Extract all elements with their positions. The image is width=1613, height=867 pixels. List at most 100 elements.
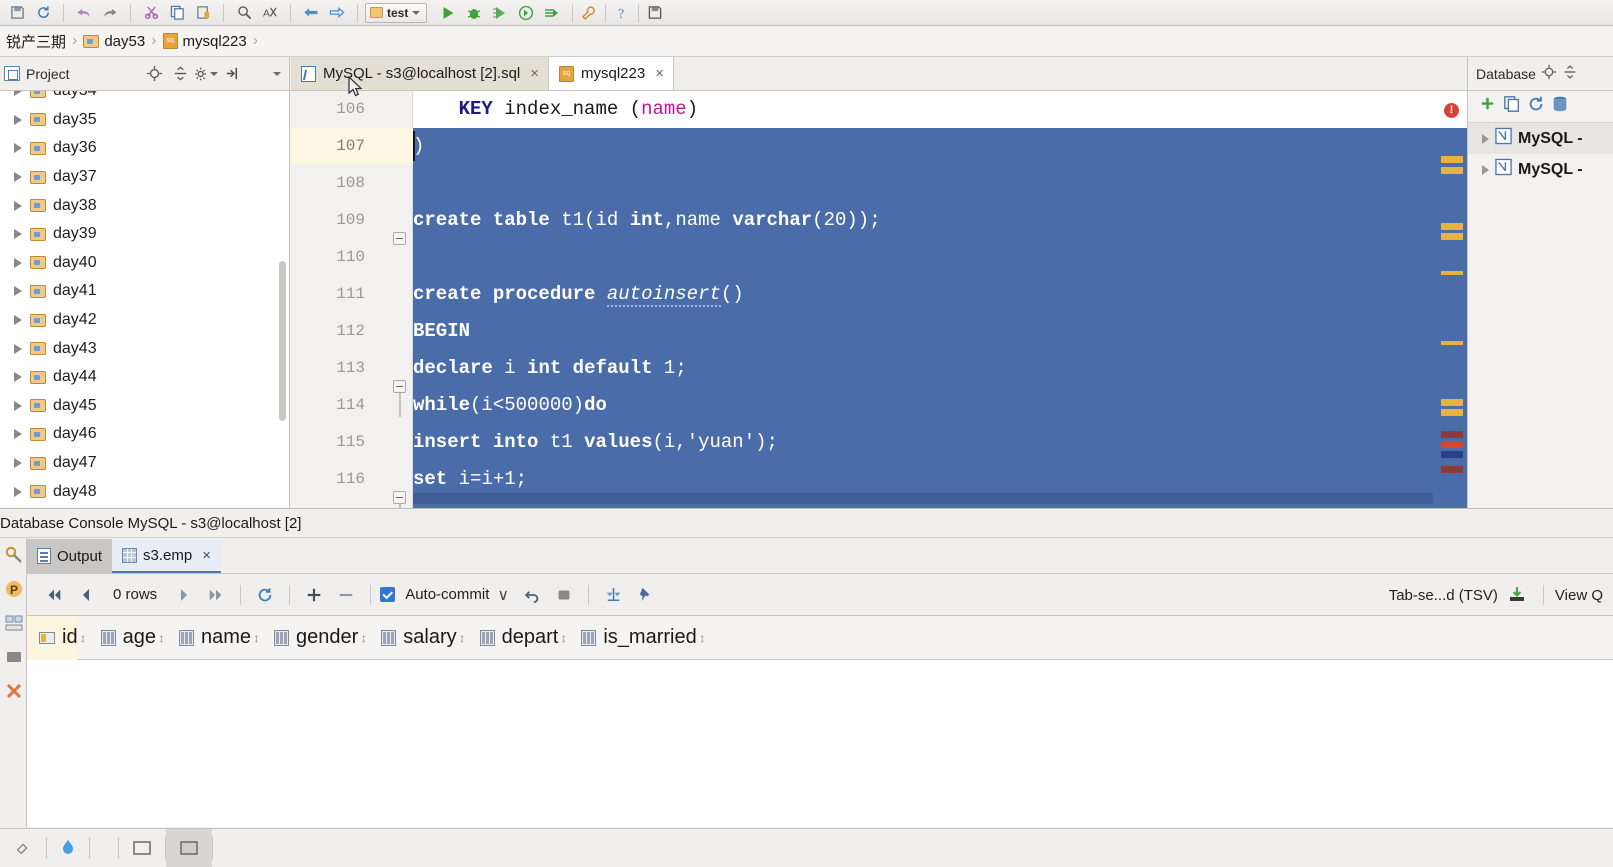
- gutter-marker[interactable]: [1441, 466, 1463, 473]
- run-with-coverage-icon[interactable]: [487, 2, 513, 24]
- chevron-right-icon[interactable]: [14, 429, 22, 440]
- fold-handle[interactable]: [393, 380, 406, 393]
- code-line[interactable]: create procedure autoinsert(): [413, 276, 1467, 313]
- code-line[interactable]: declare i int default 1;: [413, 350, 1467, 387]
- grid-column-age[interactable]: age: [89, 616, 156, 660]
- column-resize-handle[interactable]: ↕: [251, 616, 262, 660]
- code-line[interactable]: while(i<500000)do: [413, 387, 1467, 424]
- project-tree-scrollbar[interactable]: [279, 261, 286, 421]
- chevron-right-icon[interactable]: [14, 486, 22, 497]
- tab-s3-emp[interactable]: s3.emp ×: [112, 539, 221, 573]
- status-bar-item-5[interactable]: [213, 829, 241, 867]
- chevron-right-icon[interactable]: [14, 315, 22, 326]
- tree-item-day46[interactable]: day46: [0, 420, 289, 449]
- first-page-button[interactable]: [39, 580, 69, 610]
- chevron-right-icon[interactable]: [14, 286, 22, 297]
- back-icon[interactable]: [298, 2, 324, 24]
- last-page-button[interactable]: [201, 580, 231, 610]
- chevron-right-icon[interactable]: [14, 114, 22, 125]
- grid-column-gender[interactable]: gender: [262, 616, 358, 660]
- tree-item-day38[interactable]: day38: [0, 191, 289, 220]
- breadcrumb-item-day53[interactable]: day53: [79, 33, 149, 50]
- undo-icon[interactable]: [71, 2, 97, 24]
- gutter-marker[interactable]: [1441, 441, 1463, 448]
- run-configuration-selector[interactable]: test: [365, 2, 428, 23]
- reload-button[interactable]: [250, 580, 280, 610]
- result-grid-body[interactable]: [27, 660, 1613, 827]
- tree-item-day48[interactable]: day48: [0, 477, 289, 506]
- export-format-label[interactable]: Tab-se...d (TSV): [1389, 587, 1498, 604]
- close-icon[interactable]: ×: [202, 547, 211, 564]
- grid-column-salary[interactable]: salary: [369, 616, 457, 660]
- cut-icon[interactable]: [138, 2, 164, 24]
- stop-button[interactable]: [549, 580, 579, 610]
- chevron-right-icon[interactable]: [14, 200, 22, 211]
- settings-gear-icon[interactable]: [194, 62, 218, 86]
- code-line[interactable]: BEGIN: [413, 313, 1467, 350]
- gutter-marker[interactable]: [1441, 223, 1463, 230]
- prev-page-button[interactable]: [71, 580, 101, 610]
- rollback-button[interactable]: [517, 580, 547, 610]
- chevron-right-icon[interactable]: [1482, 133, 1489, 144]
- save-icon[interactable]: [642, 2, 668, 24]
- gutter-marker[interactable]: [1441, 399, 1463, 406]
- chevron-right-icon[interactable]: [14, 343, 22, 354]
- editor-code-area[interactable]: KEY index_name (name)) create table t1(id…: [413, 91, 1467, 508]
- chevron-down-icon[interactable]: ∨: [497, 585, 515, 605]
- database-panel-header[interactable]: Database: [1467, 57, 1613, 90]
- auto-commit-checkbox[interactable]: [380, 587, 396, 602]
- replace-icon[interactable]: A: [257, 2, 283, 24]
- view-query-label[interactable]: View Q: [1555, 587, 1609, 604]
- code-line[interactable]: insert into t1 values(i,'yuan');: [413, 424, 1467, 461]
- next-page-button[interactable]: [169, 580, 199, 610]
- close-icon[interactable]: ×: [530, 65, 539, 82]
- chevron-right-icon[interactable]: [14, 400, 22, 411]
- column-resize-handle[interactable]: ↕: [358, 616, 369, 660]
- chevron-down-icon[interactable]: [273, 71, 281, 76]
- debug-icon[interactable]: [461, 2, 487, 24]
- redo-icon[interactable]: [97, 2, 123, 24]
- tree-item-day47[interactable]: day47: [0, 449, 289, 478]
- collapse-all-icon[interactable]: [1562, 64, 1578, 83]
- gutter-marker[interactable]: [1441, 271, 1463, 275]
- code-line[interactable]: [413, 239, 1467, 276]
- export-icon[interactable]: [1502, 580, 1532, 610]
- fold-handle[interactable]: [393, 491, 406, 504]
- status-bar-item-4[interactable]: [166, 828, 212, 867]
- db-properties-icon[interactable]: [1551, 95, 1569, 118]
- chevron-right-icon[interactable]: [14, 172, 22, 183]
- code-line[interactable]: [413, 165, 1467, 202]
- locate-icon[interactable]: [1541, 64, 1557, 83]
- code-line[interactable]: ): [413, 128, 1467, 165]
- duplicate-icon[interactable]: [1503, 95, 1521, 118]
- tree-item-day35[interactable]: day35: [0, 106, 289, 135]
- editor-tab-mysql223[interactable]: mysql223 ×: [549, 57, 674, 90]
- help-icon[interactable]: ?: [609, 2, 635, 24]
- editor-tab-sql-console[interactable]: MySQL - s3@localhost [2].sql ×: [291, 57, 550, 90]
- sync-refresh-icon[interactable]: [30, 2, 56, 24]
- persistence-icon[interactable]: P: [0, 572, 27, 606]
- tree-item-day36[interactable]: day36: [0, 134, 289, 163]
- tree-item-day34[interactable]: day34: [0, 91, 289, 106]
- profile-icon[interactable]: [513, 2, 539, 24]
- tree-item-day37[interactable]: day37: [0, 163, 289, 192]
- copy-icon[interactable]: [164, 2, 190, 24]
- tree-item-day40[interactable]: day40: [0, 249, 289, 278]
- close-icon[interactable]: ×: [655, 65, 664, 82]
- breadcrumb-item-mysql223[interactable]: mysql223: [159, 33, 251, 50]
- hide-panel-icon[interactable]: [220, 62, 244, 86]
- gutter-marker[interactable]: [1441, 156, 1463, 163]
- status-bar-item-3[interactable]: [119, 829, 165, 867]
- column-resize-handle[interactable]: ↕: [156, 616, 167, 660]
- gutter-marker[interactable]: [1441, 409, 1463, 416]
- paste-icon[interactable]: [190, 2, 216, 24]
- gutter-marker[interactable]: [1441, 451, 1463, 458]
- tree-item-day45[interactable]: day45: [0, 392, 289, 421]
- editor-horizontal-scrollbar[interactable]: [413, 493, 1433, 504]
- status-bar-item-1[interactable]: [47, 829, 89, 867]
- tree-item-day39[interactable]: day39: [0, 220, 289, 249]
- run-icon[interactable]: [435, 2, 461, 24]
- code-editor[interactable]: 106 107 108 109 110 111 112 113 114 115 116 KEY in…: [291, 91, 1467, 508]
- add-row-button[interactable]: [299, 580, 329, 610]
- chevron-right-icon[interactable]: [14, 91, 22, 97]
